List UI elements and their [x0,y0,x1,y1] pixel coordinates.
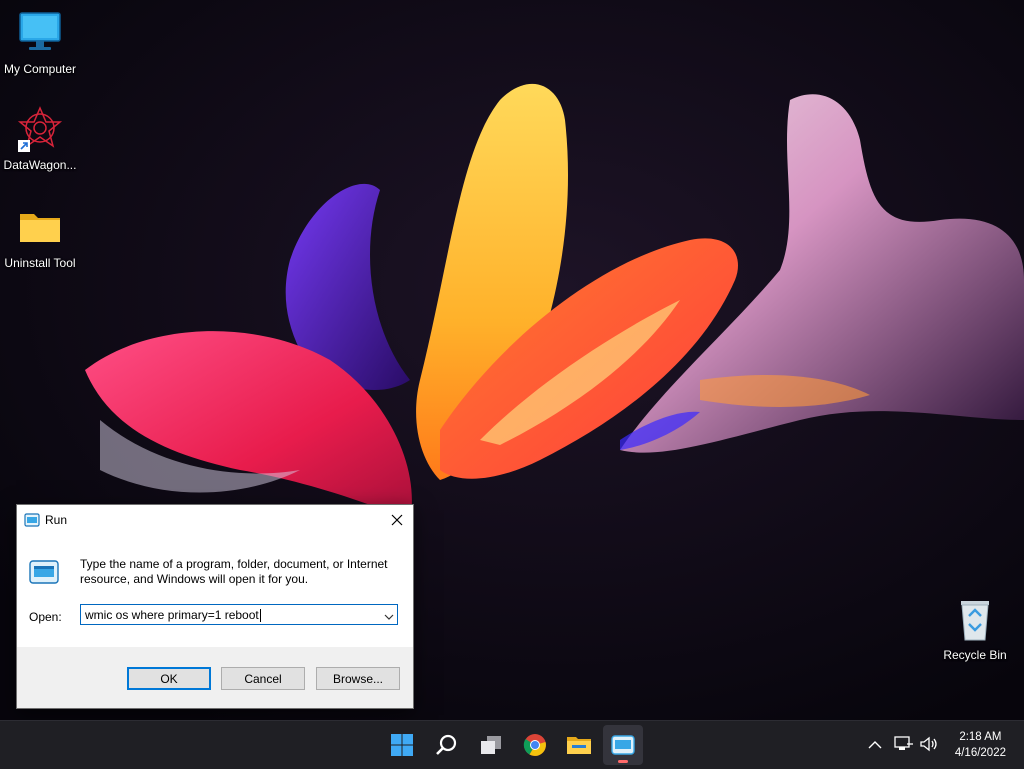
computer-icon [16,10,64,58]
desktop-icon-label: My Computer [3,62,77,76]
run-dialog-title: Run [45,513,68,527]
open-input[interactable]: wmic os where primary=1 reboot [85,608,261,623]
search-button[interactable] [427,725,467,765]
close-button[interactable] [385,508,409,532]
desktop-icon-label: Uninstall Tool [4,256,76,270]
desktop-icon-label: DataWagon... [3,158,77,172]
task-view-button[interactable] [471,725,511,765]
cancel-button[interactable]: Cancel [221,667,305,690]
run-taskbar-button[interactable] [603,725,643,765]
run-dialog: Run Type the name of a program, folder, … [16,504,414,709]
volume-icon[interactable] [919,735,939,758]
file-explorer-icon [567,737,591,754]
open-input-value: wmic os where primary=1 reboot [85,608,259,622]
desktop-icon-recycle-bin[interactable]: Recycle Bin [935,596,1015,662]
network-icon[interactable] [894,735,914,758]
system-clock[interactable]: 2:18 AM 4/16/2022 [955,729,1006,761]
clock-date: 4/16/2022 [954,747,1006,759]
desktop-icon-my-computer[interactable]: My Computer [0,10,80,76]
task-view-icon [481,736,501,754]
chevron-up-icon[interactable] [868,738,882,756]
clock-time: 2:18 AM [959,731,1002,743]
run-dialog-body: Type the name of a program, folder, docu… [17,535,413,647]
start-button[interactable] [382,725,422,765]
search-icon [436,734,457,755]
desktop-icon-datawagon[interactable]: DataWagon... [0,106,80,172]
run-icon [611,735,635,755]
browse-button[interactable]: Browse... [316,667,400,690]
datawagon-icon [16,106,64,154]
run-dialog-description: Type the name of a program, folder, docu… [80,557,388,586]
run-icon [29,560,59,589]
text-caret [259,609,261,623]
recycle-bin-icon [951,596,999,644]
ok-button[interactable]: OK [127,667,211,690]
open-combobox[interactable]: wmic os where primary=1 reboot [80,604,398,625]
file-explorer-button[interactable] [559,725,599,765]
chevron-down-icon[interactable] [384,609,394,627]
desktop-icon-label: Recycle Bin [943,648,1007,662]
chrome-button[interactable] [515,725,555,765]
taskbar: 2:18 AM 4/16/2022 [0,720,1024,769]
chrome-icon [523,734,546,756]
folder-icon [16,204,64,252]
desktop-icon-uninstall-tool[interactable]: Uninstall Tool [0,204,80,270]
active-app-indicator [618,760,628,763]
run-dialog-titlebar[interactable]: Run [17,505,413,535]
close-icon [391,514,403,526]
open-label: Open: [29,610,62,624]
run-icon [24,513,40,532]
start-icon [391,734,413,756]
